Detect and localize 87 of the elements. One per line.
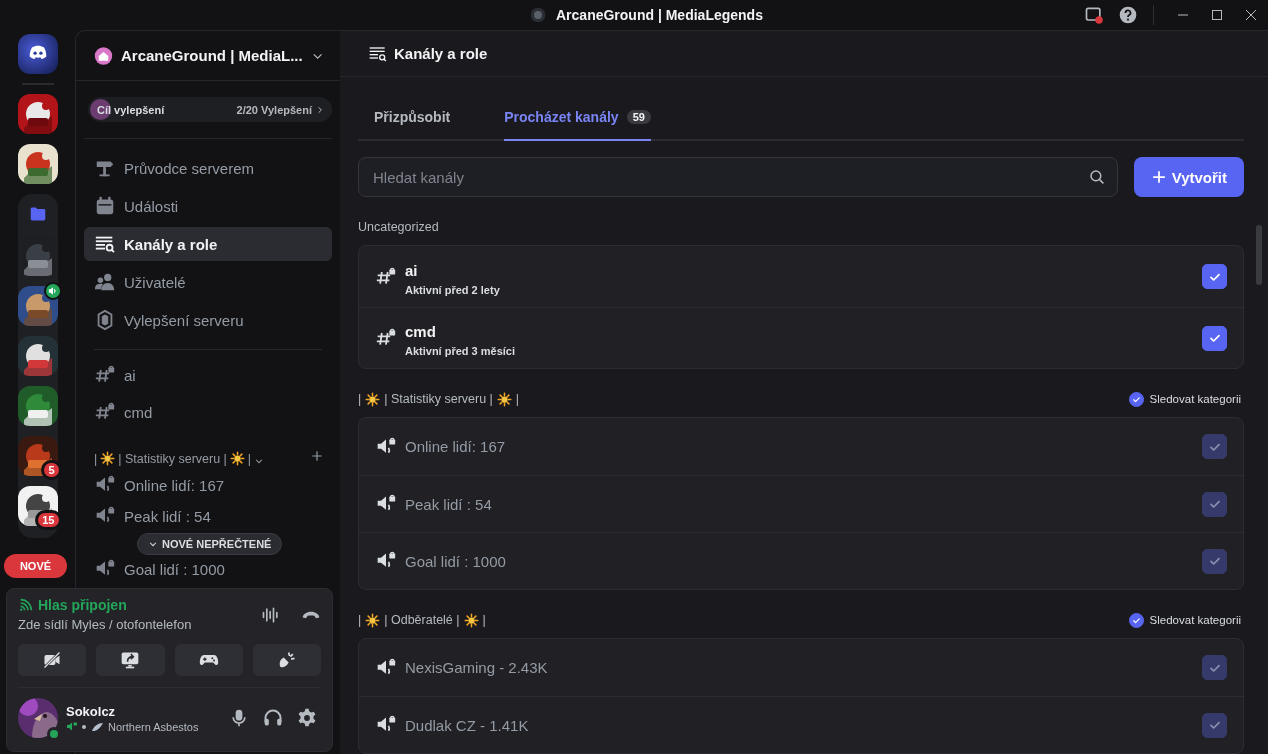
- server-name[interactable]: ArcaneGround | MediaL...: [121, 47, 303, 64]
- sun-icon: [496, 391, 512, 407]
- page-title: Kanály a role: [394, 45, 488, 62]
- channel-activity: Aktivní před 3 měsíci: [405, 345, 516, 357]
- follow-category-checkbox[interactable]: Sledovat kategorii: [1128, 612, 1244, 628]
- hash-lock-icon: [94, 402, 116, 422]
- signal-icon: [18, 597, 34, 613]
- channel-checkbox[interactable]: [1202, 325, 1227, 351]
- sidebar-item[interactable]: Kanály a role: [84, 227, 332, 261]
- sidebar-item[interactable]: Průvodce serverem: [84, 151, 332, 185]
- category-title: |: [482, 613, 486, 627]
- channel-name: ai: [405, 261, 419, 279]
- category-title: | Statistiky serveru |: [384, 392, 493, 406]
- channel-name: NexisGaming - 2.43K: [405, 659, 548, 676]
- username: Sokolcz: [66, 703, 117, 719]
- server-home-icon: [94, 45, 113, 66]
- category-title: |: [358, 613, 362, 627]
- calendar-icon: [94, 195, 116, 217]
- sidebar-item[interactable]: Vylepšení serveru: [84, 303, 332, 337]
- search-icon: [1087, 168, 1106, 186]
- channel-activity: Aktivní před 2 lety: [405, 283, 500, 296]
- category-title: |: [247, 452, 252, 466]
- chevron-down-icon: [148, 539, 158, 549]
- tab[interactable]: Přizpůsobit: [374, 101, 451, 141]
- new-unread-pill[interactable]: NOVÉ NEPŘEČTENÉ: [137, 533, 283, 555]
- sidebar-item[interactable]: Uživatelé: [84, 265, 332, 299]
- screen-share-button[interactable]: [96, 644, 165, 676]
- activity-button[interactable]: [174, 644, 243, 676]
- new-pill[interactable]: NOVÉ: [4, 554, 67, 578]
- unread-badge: 15: [35, 510, 62, 530]
- category-title: | Odběratelé |: [384, 613, 460, 627]
- voice-channel-item[interactable]: Goal lidí : 1000: [84, 560, 332, 578]
- boost-goal-bar[interactable]: Cíl vylepšení 2/20 Vylepšení: [88, 97, 332, 122]
- sun-icon: [100, 451, 116, 466]
- category-title: | Statistiky serveru |: [118, 452, 227, 466]
- hash-lock-icon: [375, 266, 397, 287]
- create-button[interactable]: Vytvořit: [1133, 157, 1244, 197]
- settings-icon: [297, 708, 317, 728]
- server-logo-icon: [530, 7, 546, 23]
- channel-name: Dudlak CZ - 1.41K: [405, 716, 529, 734]
- category-title: |: [94, 452, 98, 466]
- chevron-down-icon: [254, 456, 265, 466]
- plus-icon: [310, 449, 324, 463]
- voice-channel-item[interactable]: Peak lidí : 54: [84, 502, 332, 530]
- hash-lock-icon: [375, 328, 397, 348]
- channel-name: cmd: [405, 323, 437, 340]
- camera-off-icon: [42, 650, 63, 670]
- sun-icon: [365, 391, 381, 407]
- category-title: |: [515, 392, 520, 406]
- window-title: ArcaneGround | MediaLegends: [556, 7, 763, 23]
- voice-channel-item[interactable]: Online lidí: 167: [84, 471, 332, 499]
- screen-share-icon: [120, 650, 141, 670]
- channel-name: Peak lidí : 54: [405, 495, 492, 513]
- follow-category-checkbox[interactable]: Sledovat kategorii: [1128, 391, 1244, 407]
- category-title: |: [358, 392, 362, 406]
- sun-icon: [365, 612, 381, 628]
- unread-badge: 5: [41, 460, 62, 480]
- server-folder[interactable]: 5 15: [17, 194, 58, 538]
- hash-lock-icon: [94, 365, 116, 385]
- wing-icon: [90, 720, 104, 733]
- search-field[interactable]: Hledat kanály: [358, 157, 1118, 197]
- count-badge: 59: [626, 110, 651, 124]
- headphones-icon: [263, 708, 283, 728]
- channel-name: Goal lidí : 1000: [405, 552, 506, 570]
- camera-off-button[interactable]: [18, 644, 87, 676]
- microphone-icon: [229, 708, 249, 728]
- chevron-right-icon: [316, 104, 324, 115]
- speaker-lock-icon: [66, 720, 78, 733]
- channel-item[interactable]: ai: [84, 358, 332, 392]
- channel-name: Online lidí: 167: [405, 438, 506, 455]
- people-icon: [94, 271, 116, 293]
- folder-icon: [28, 206, 47, 222]
- category-title: Uncategorized: [358, 220, 439, 234]
- sun-icon: [229, 451, 245, 466]
- user-activity: Northern Asbestos: [108, 720, 199, 733]
- voice-channel-name[interactable]: Zde sídlí Myles / otofontelefon: [18, 617, 192, 632]
- tab[interactable]: Procházet kanály 59: [504, 101, 651, 141]
- boost-progress-icon: [90, 99, 111, 120]
- channel-item[interactable]: cmd: [84, 395, 332, 429]
- soundboard-button[interactable]: [252, 644, 321, 676]
- speaker-icon: [47, 286, 58, 296]
- home-button[interactable]: [17, 34, 58, 74]
- channel-checkbox[interactable]: [1202, 264, 1227, 289]
- voice-status: Hlas připojen: [38, 597, 127, 613]
- sidebar-item[interactable]: Události: [84, 189, 332, 223]
- sun-icon: [463, 612, 479, 628]
- plus-icon: [1151, 170, 1166, 184]
